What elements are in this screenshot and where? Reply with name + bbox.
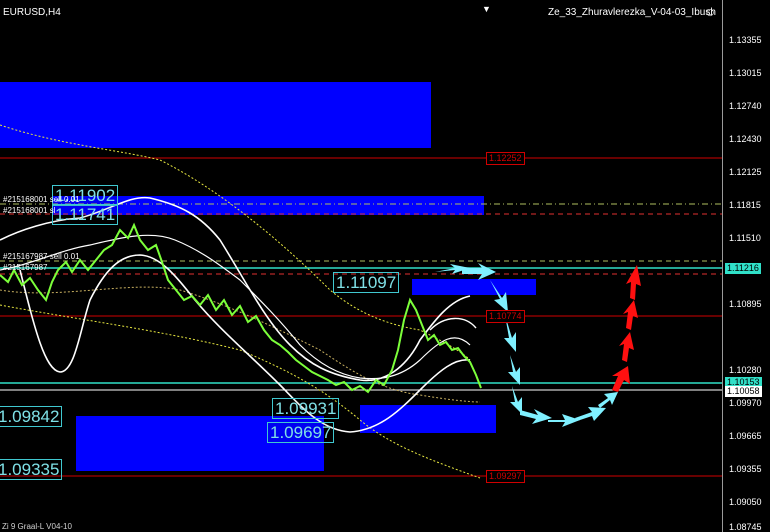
price-box-6: 1.09842 [0,406,63,427]
tick: 1.09050 [729,497,762,507]
tick: 1.13355 [729,35,762,45]
order-comment: #215167987 [3,263,48,272]
zone-lower [360,405,496,433]
level-label-upper: 1.12252 [486,152,525,165]
smiley-icon[interactable]: ☺ [704,5,716,19]
price-box-7: 1.09335 [0,459,63,480]
tick: 1.12740 [729,101,762,111]
symbol-label: EURUSD,H4 [3,7,61,18]
order-comment: #215168001 sl [3,206,56,215]
tick: 1.08745 [729,522,762,532]
chevron-down-icon[interactable]: ▼ [482,4,491,14]
price-candles [0,222,482,394]
indicator-name: Ze_33_Zhuravlerezka_V-04-03_Ibush [548,7,716,18]
tick: 1.13015 [729,68,762,78]
current-price-label: 1.11216 [725,263,761,274]
ma-dotted-line [0,124,471,361]
price-box-5: 1.09697 [267,422,335,443]
tick: 1.10895 [729,299,762,309]
tick: 1.10280 [729,365,762,375]
tick: 1.11815 [729,200,761,210]
tick: 1.12125 [729,167,762,177]
order-comment: #215168001 sell 0.01 [3,195,80,204]
chart-window[interactable]: EURUSD,H4 Ze_33_Zhuravlerezka_V-04-03_Ib… [0,0,770,532]
order-comment: #215167987 sell 0.01 [3,252,80,261]
level-label-mid: 1.10774 [486,310,525,323]
tick: 1.09970 [729,398,762,408]
price-plot [0,82,722,479]
price-box-3: 1.11097 [333,272,400,293]
envelope-small [429,317,477,331]
tick: 1.12430 [729,134,762,144]
forecast-up-arrows [612,265,641,392]
level-label-lower: 1.09297 [486,470,525,483]
zone-mid [412,279,536,295]
zone-top [0,82,431,148]
price-box-4: 1.09931 [272,398,340,419]
tick: 1.09665 [729,431,762,441]
tick: 1.11510 [729,233,761,243]
price-box-2: 1.11741 [52,204,119,225]
ask-price-label: 1.10058 [725,386,762,397]
footer-indicator-label: Zi 9 Graal-L V04-10 [2,522,72,531]
envelope-upper [0,196,471,382]
tick: 1.09355 [729,464,762,474]
